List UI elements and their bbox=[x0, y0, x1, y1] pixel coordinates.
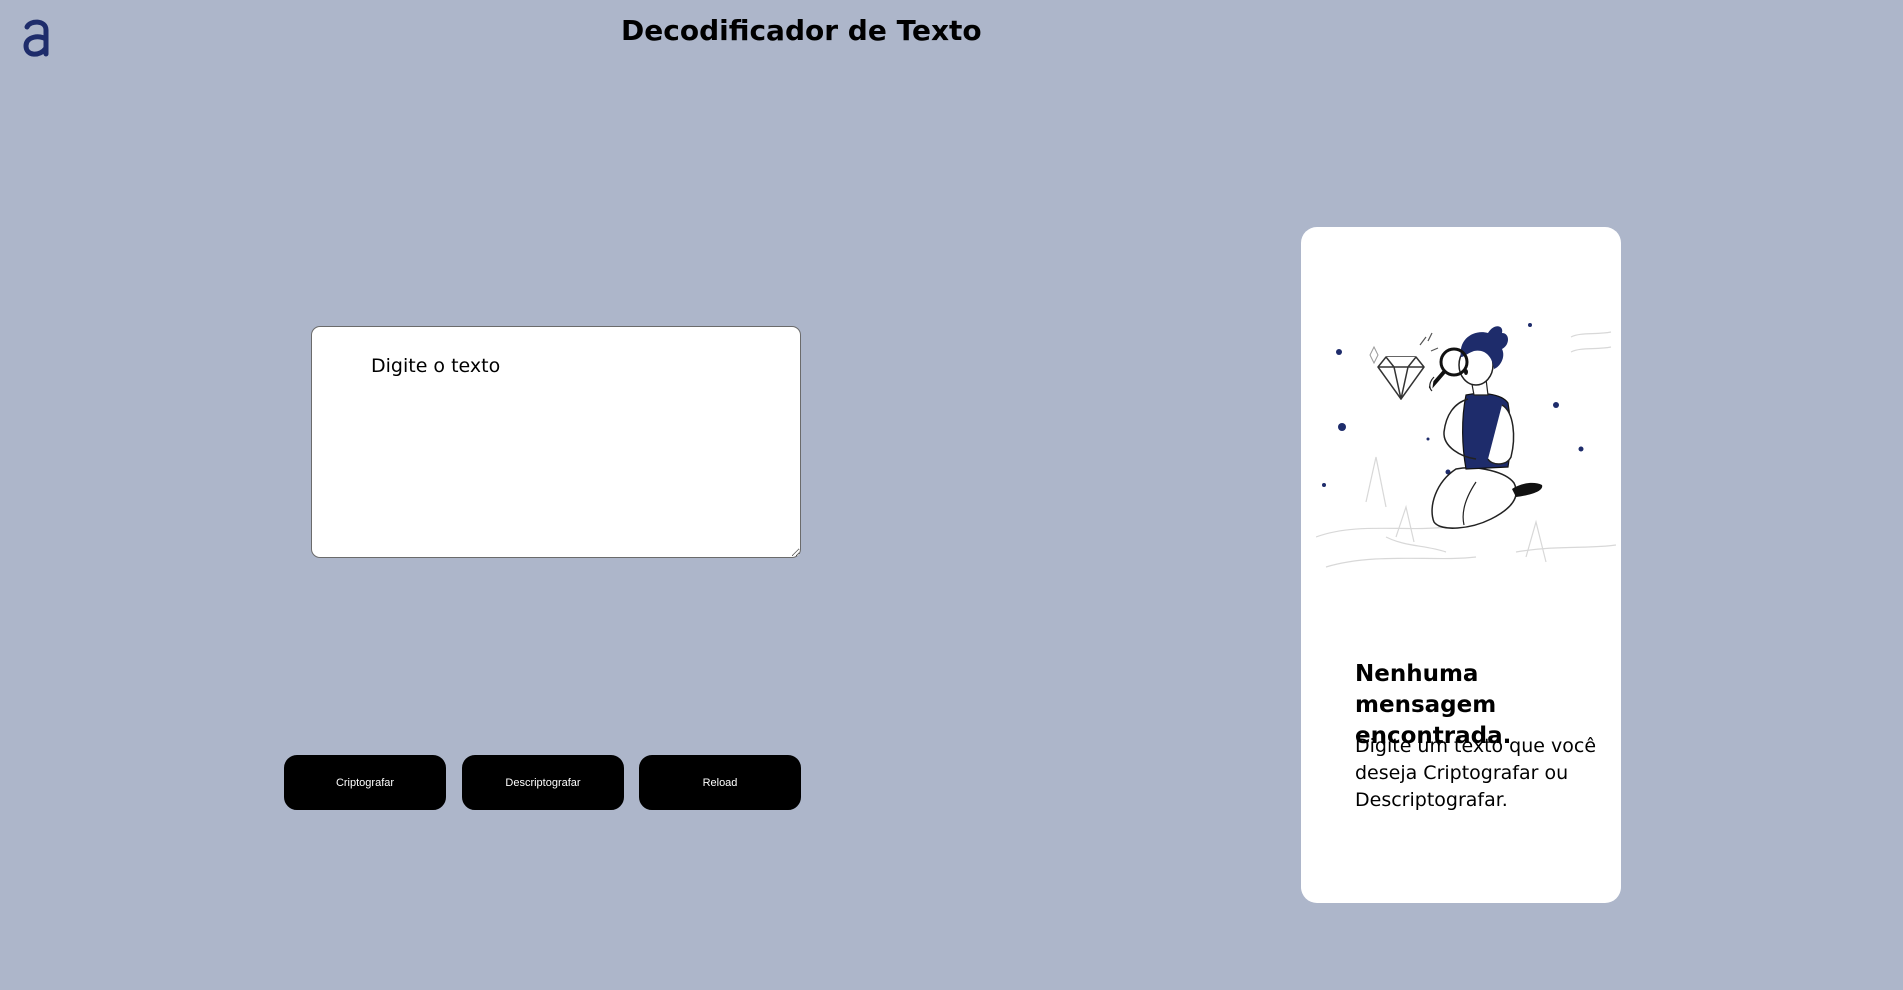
encrypt-button[interactable]: Criptografar bbox=[284, 755, 446, 810]
empty-state-description: Digite um texto que você deseja Criptogr… bbox=[1355, 735, 1597, 811]
text-input[interactable] bbox=[311, 326, 801, 558]
reload-button[interactable]: Reload bbox=[639, 755, 801, 810]
alura-logo-icon bbox=[23, 19, 49, 57]
output-panel: Nenhuma mensagem encontrada. Digite um t… bbox=[1301, 227, 1621, 903]
person-magnifying-glass-illustration-icon bbox=[1316, 323, 1616, 568]
decrypt-button[interactable]: Descriptografar bbox=[462, 755, 624, 810]
page-title: Decodificador de Texto bbox=[621, 14, 982, 47]
